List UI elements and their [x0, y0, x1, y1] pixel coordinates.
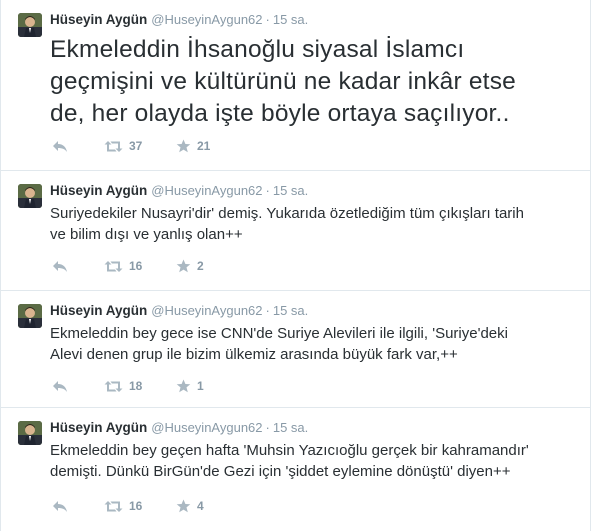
avatar[interactable]	[18, 304, 42, 328]
favorite-button[interactable]: 21	[176, 138, 210, 154]
favorite-count: 1	[197, 379, 204, 393]
tweet-text-line: demişti. Dünkü BirGün'de Gezi için 'şidd…	[50, 463, 511, 480]
star-icon	[176, 259, 191, 273]
avatar[interactable]	[18, 421, 42, 445]
separator-dot: ·	[265, 303, 270, 318]
tweet[interactable]: Hüseyin Aygün @HuseyinAygun62 · 15 sa. Ekme…	[1, 291, 590, 408]
retweet-count: 16	[129, 499, 143, 513]
tweet[interactable]: Hüseyin Aygün @HuseyinAygun62 · 15 sa. Suri…	[1, 171, 590, 291]
tweet-header: Hüseyin Aygün @HuseyinAygun62 · 15 sa.	[50, 302, 308, 320]
favorite-button[interactable]: 2	[176, 258, 204, 274]
separator-dot: ·	[265, 420, 270, 435]
retweet-icon	[104, 380, 123, 392]
author-handle[interactable]: @HuseyinAygun62	[151, 303, 262, 318]
reply-button[interactable]	[52, 498, 68, 514]
tweet-header: Hüseyin Aygün @HuseyinAygun62 · 15 sa.	[50, 11, 308, 29]
retweet-count: 16	[129, 259, 143, 273]
reply-icon	[53, 381, 67, 392]
tweet-text-line: de, her olayda işte böyle ortaya saçılıy…	[50, 100, 510, 127]
tweet-text-line: Ekmeleddin bey gece ise CNN'de Suriye Al…	[50, 325, 508, 342]
avatar[interactable]	[18, 13, 42, 37]
tweet-timeline: Hüseyin Aygün @HuseyinAygun62 · 15 sa. Ekme…	[0, 0, 591, 531]
reply-button[interactable]	[52, 138, 68, 154]
avatar[interactable]	[18, 184, 42, 208]
favorite-button[interactable]: 1	[176, 378, 204, 394]
retweet-button[interactable]: 37	[104, 138, 142, 154]
tweet-timestamp[interactable]: 15 sa.	[273, 183, 308, 198]
tweet-header: Hüseyin Aygün @HuseyinAygun62 · 15 sa.	[50, 419, 308, 437]
author-name[interactable]: Hüseyin Aygün	[50, 183, 147, 198]
tweet-text: Suriyedekiler Nusayri'dir' demiş. Yukarı…	[50, 203, 578, 245]
retweet-count: 37	[129, 139, 143, 153]
tweet-text-line: ve bilim dışı ve yanlış olan++	[50, 226, 243, 243]
author-name[interactable]: Hüseyin Aygün	[50, 420, 147, 435]
favorite-button[interactable]: 4	[176, 498, 204, 514]
reply-icon	[53, 261, 67, 272]
tweet-timestamp[interactable]: 15 sa.	[273, 420, 308, 435]
star-icon	[176, 139, 191, 153]
author-handle[interactable]: @HuseyinAygun62	[151, 12, 262, 27]
tweet-timestamp[interactable]: 15 sa.	[273, 303, 308, 318]
star-icon	[176, 499, 191, 513]
tweet-text-line: Suriyedekiler Nusayri'dir' demiş. Yukarı…	[50, 205, 524, 222]
favorite-count: 2	[197, 259, 204, 273]
author-handle[interactable]: @HuseyinAygun62	[151, 420, 262, 435]
tweet-text-line: Ekmeleddin bey geçen hafta 'Muhsin Yazıc…	[50, 442, 529, 459]
tweet-text-line: Ekmeleddin İhsanoğlu siyasal İslamcı	[50, 36, 465, 63]
tweet-text-line: geçmişini ve kültürünü ne kadar inkâr et…	[50, 68, 516, 95]
retweet-button[interactable]: 16	[104, 498, 142, 514]
author-name[interactable]: Hüseyin Aygün	[50, 303, 147, 318]
favorite-count: 4	[197, 499, 204, 513]
reply-icon	[53, 141, 67, 152]
favorite-count: 21	[197, 139, 211, 153]
reply-button[interactable]	[52, 378, 68, 394]
tweet-timestamp[interactable]: 15 sa.	[273, 12, 308, 27]
retweet-icon	[104, 500, 123, 512]
tweet-text: Ekmeleddin bey geçen hafta 'Muhsin Yazıc…	[50, 440, 578, 482]
retweet-icon	[104, 140, 123, 152]
tweet-text: Ekmeleddin İhsanoğlu siyasal İslamcı geç…	[50, 34, 578, 130]
reply-icon	[53, 501, 67, 512]
tweet-header: Hüseyin Aygün @HuseyinAygun62 · 15 sa.	[50, 182, 308, 200]
separator-dot: ·	[265, 183, 270, 198]
author-name[interactable]: Hüseyin Aygün	[50, 12, 147, 27]
retweet-button[interactable]: 18	[104, 378, 142, 394]
retweet-icon	[104, 260, 123, 272]
tweet-text-line: Alevi denen grup ile bizim ülkemiz arası…	[50, 346, 458, 363]
separator-dot: ·	[265, 12, 270, 27]
tweet[interactable]: Hüseyin Aygün @HuseyinAygun62 · 15 sa. Ekme…	[1, 408, 590, 531]
retweet-button[interactable]: 16	[104, 258, 142, 274]
tweet-text: Ekmeleddin bey gece ise CNN'de Suriye Al…	[50, 323, 578, 365]
star-icon	[176, 379, 191, 393]
reply-button[interactable]	[52, 258, 68, 274]
author-handle[interactable]: @HuseyinAygun62	[151, 183, 262, 198]
tweet[interactable]: Hüseyin Aygün @HuseyinAygun62 · 15 sa. Ekme…	[1, 0, 590, 171]
retweet-count: 18	[129, 379, 143, 393]
